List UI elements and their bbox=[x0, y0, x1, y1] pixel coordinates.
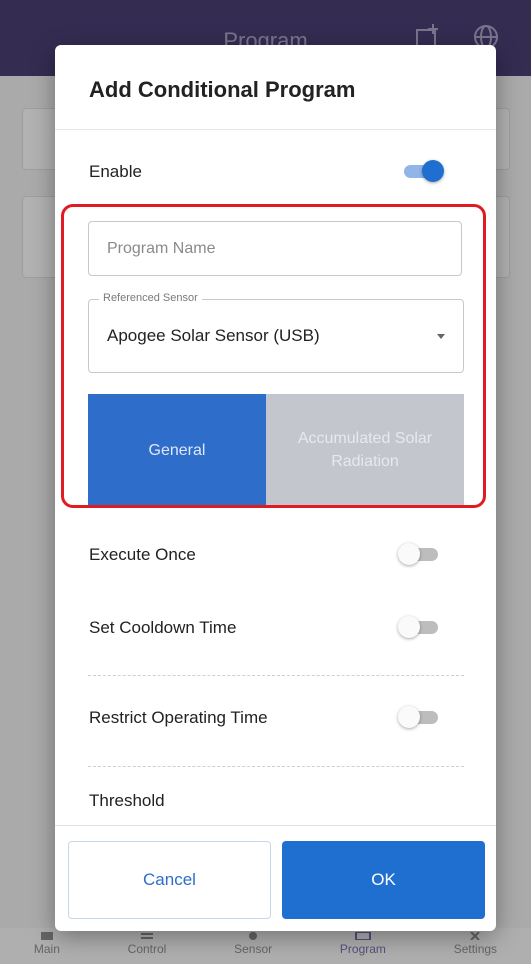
toggle-thumb bbox=[422, 160, 444, 182]
execute-once-toggle[interactable] bbox=[398, 542, 442, 566]
divider bbox=[55, 825, 496, 826]
toggle-thumb bbox=[398, 616, 420, 638]
enable-label: Enable bbox=[89, 162, 142, 181]
enable-toggle[interactable] bbox=[400, 159, 444, 183]
restrict-time-toggle[interactable] bbox=[398, 705, 442, 729]
divider bbox=[55, 129, 496, 130]
toggle-thumb bbox=[398, 706, 420, 728]
add-conditional-program-dialog: Add Conditional Program Enable Program N… bbox=[55, 45, 496, 931]
divider bbox=[88, 766, 464, 767]
cooldown-toggle[interactable] bbox=[398, 615, 442, 639]
restrict-time-label: Restrict Operating Time bbox=[89, 708, 268, 727]
highlight-box bbox=[61, 204, 486, 508]
dialog-title: Add Conditional Program bbox=[89, 77, 356, 102]
threshold-label: Threshold bbox=[89, 791, 165, 810]
cooldown-label: Set Cooldown Time bbox=[89, 618, 237, 637]
divider bbox=[88, 675, 464, 676]
ok-button[interactable]: OK bbox=[282, 841, 485, 919]
toggle-thumb bbox=[398, 543, 420, 565]
cancel-button[interactable]: Cancel bbox=[68, 841, 271, 919]
execute-once-label: Execute Once bbox=[89, 545, 196, 564]
